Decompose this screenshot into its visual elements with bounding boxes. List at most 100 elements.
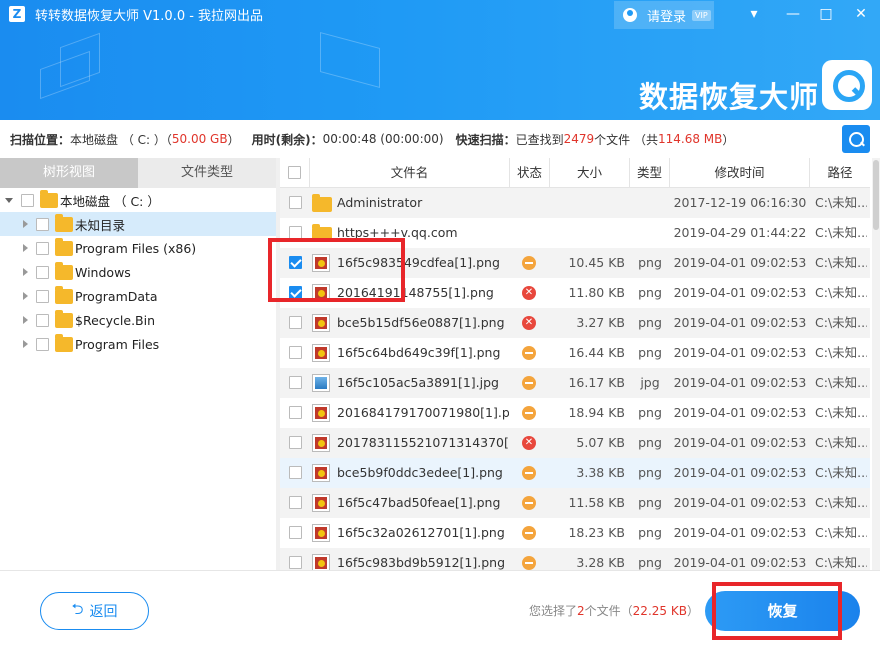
expand-icon[interactable] xyxy=(23,268,28,276)
tree-checkbox[interactable] xyxy=(36,218,49,231)
back-button[interactable]: ⮌ 返回 xyxy=(40,592,149,630)
tree-item[interactable]: Program Files (x86) xyxy=(0,236,276,260)
search-button[interactable] xyxy=(842,125,870,153)
image-file-icon xyxy=(312,314,330,332)
file-modified: 2019-04-01 09:02:53 xyxy=(670,368,810,398)
file-path: C:\未知... xyxy=(815,218,867,248)
tree-checkbox[interactable] xyxy=(36,242,49,255)
table-row[interactable]: 16f5c47bad50feae[1].png11.58 KBpng2019-0… xyxy=(280,488,870,518)
file-type: jpg xyxy=(630,368,670,398)
expand-icon[interactable] xyxy=(23,316,28,324)
tree-item[interactable]: $Recycle.Bin xyxy=(0,308,276,332)
image-file-icon xyxy=(312,404,330,422)
table-row[interactable]: 16f5c105ac5a3891[1].jpg16.17 KBjpg2019-0… xyxy=(280,368,870,398)
file-modified: 2019-04-01 09:02:53 xyxy=(670,278,810,308)
window-title: 转转数据恢复大师 V1.0.0 - 我拉网出品 xyxy=(35,5,263,24)
expand-icon[interactable] xyxy=(5,198,13,203)
expand-icon[interactable] xyxy=(23,292,28,300)
row-checkbox[interactable] xyxy=(289,556,302,569)
row-checkbox[interactable] xyxy=(289,526,302,539)
tree-item-label: Program Files (x86) xyxy=(75,241,196,256)
file-type: png xyxy=(630,278,670,308)
file-name: bce5b9f0ddc3edee[1].png xyxy=(337,458,509,488)
row-checkbox[interactable] xyxy=(289,496,302,509)
tree-item[interactable]: 未知目录 xyxy=(0,212,276,236)
scan-status-bar: 扫描位置： 本地磁盘 （ C: ）（ 50.00 GB ） 用时(剩余)： 00… xyxy=(0,120,880,158)
quick-scan-mid: 个文件 （共 xyxy=(594,131,658,148)
file-modified: 2019-04-01 09:02:53 xyxy=(670,398,810,428)
expand-icon[interactable] xyxy=(23,220,28,228)
minimize-icon[interactable]: — xyxy=(782,4,804,24)
table-row[interactable]: bce5b15df56e0887[1].png✕3.27 KBpng2019-0… xyxy=(280,308,870,338)
row-checkbox[interactable] xyxy=(289,376,302,389)
app-logo-icon: Z xyxy=(9,6,25,22)
file-modified: 2019-04-01 09:02:53 xyxy=(670,488,810,518)
file-modified: 2019-04-29 01:44:22 xyxy=(670,218,810,248)
tab-tree-view[interactable]: 树形视图 xyxy=(0,158,138,188)
file-modified: 2019-04-01 09:02:53 xyxy=(670,428,810,458)
expand-icon[interactable] xyxy=(23,340,28,348)
tree-item[interactable]: ProgramData xyxy=(0,284,276,308)
file-name: 16f5c105ac5a3891[1].jpg xyxy=(337,368,509,398)
row-checkbox[interactable] xyxy=(289,406,302,419)
maximize-icon[interactable]: □ xyxy=(815,4,837,24)
file-size xyxy=(550,188,625,218)
login-button[interactable]: 请登录 VIP xyxy=(614,1,714,29)
row-checkbox[interactable] xyxy=(289,316,302,329)
file-path: C:\未知... xyxy=(815,278,867,308)
expand-icon[interactable] xyxy=(23,244,28,252)
status-damaged-icon: ✕ xyxy=(522,436,536,450)
col-type[interactable]: 类型 xyxy=(630,158,670,188)
tree-checkbox[interactable] xyxy=(36,266,49,279)
tab-file-type[interactable]: 文件类型 xyxy=(138,158,276,188)
col-path[interactable]: 路径 xyxy=(810,158,870,188)
menu-icon[interactable]: ▾ xyxy=(743,4,765,24)
tree-root[interactable]: 本地磁盘 （ C: ） xyxy=(0,188,276,212)
close-icon[interactable]: ✕ xyxy=(850,4,872,24)
file-table-header: 文件名 状态 大小 类型 修改时间 路径 xyxy=(280,158,870,188)
file-size: 18.23 KB xyxy=(550,518,625,548)
tree-item[interactable]: Program Files xyxy=(0,332,276,356)
col-status[interactable]: 状态 xyxy=(510,158,550,188)
table-row[interactable]: 201783115521071314370[1]...✕5.07 KBpng20… xyxy=(280,428,870,458)
tree-checkbox[interactable] xyxy=(21,194,34,207)
table-row[interactable]: 201684179170071980[1].png18.94 KBpng2019… xyxy=(280,398,870,428)
file-size: 3.28 KB xyxy=(550,548,625,570)
col-modified[interactable]: 修改时间 xyxy=(670,158,810,188)
row-checkbox[interactable] xyxy=(289,466,302,479)
image-file-icon xyxy=(312,554,330,570)
col-name[interactable]: 文件名 xyxy=(310,158,510,188)
tree-item[interactable]: Windows xyxy=(0,260,276,284)
table-row[interactable]: bce5b9f0ddc3edee[1].png3.38 KBpng2019-04… xyxy=(280,458,870,488)
file-type: png xyxy=(630,488,670,518)
quick-scan-end: ） xyxy=(722,131,734,148)
image-file-icon xyxy=(312,464,330,482)
found-size: 114.68 MB xyxy=(658,132,722,146)
col-size[interactable]: 大小 xyxy=(550,158,630,188)
table-row[interactable]: 16f5c983bd9b5912[1].png3.28 KBpng2019-04… xyxy=(280,548,870,570)
view-tabs: 树形视图 文件类型 xyxy=(0,158,276,188)
back-label: 返回 xyxy=(90,601,118,621)
folder-icon xyxy=(312,197,332,212)
tree-checkbox[interactable] xyxy=(36,314,49,327)
table-row[interactable]: 16f5c32a02612701[1].png18.23 KBpng2019-0… xyxy=(280,518,870,548)
tree-checkbox[interactable] xyxy=(36,290,49,303)
folder-tree: 本地磁盘 （ C: ） 未知目录 Program Files (x86) Windo… xyxy=(0,188,276,570)
select-all-checkbox[interactable] xyxy=(288,166,301,179)
table-row[interactable]: 16f5c64bd649c39f[1].png16.44 KBpng2019-0… xyxy=(280,338,870,368)
image-file-icon xyxy=(312,524,330,542)
scroll-thumb[interactable] xyxy=(873,160,879,230)
file-name: Administrator xyxy=(337,188,509,218)
row-checkbox[interactable] xyxy=(289,196,302,209)
file-type: png xyxy=(630,518,670,548)
selected-size: 22.25 KB xyxy=(633,604,687,618)
table-row[interactable]: Administrator2017-12-19 06:16:30C:\未知... xyxy=(280,188,870,218)
tree-checkbox[interactable] xyxy=(36,338,49,351)
status-damaged-icon: ✕ xyxy=(522,316,536,330)
folder-icon xyxy=(55,265,73,280)
row-checkbox[interactable] xyxy=(289,346,302,359)
row-checkbox[interactable] xyxy=(289,436,302,449)
table-scrollbar[interactable] xyxy=(872,158,880,570)
file-type: png xyxy=(630,338,670,368)
quick-scan-label: 快速扫描： xyxy=(456,131,516,148)
